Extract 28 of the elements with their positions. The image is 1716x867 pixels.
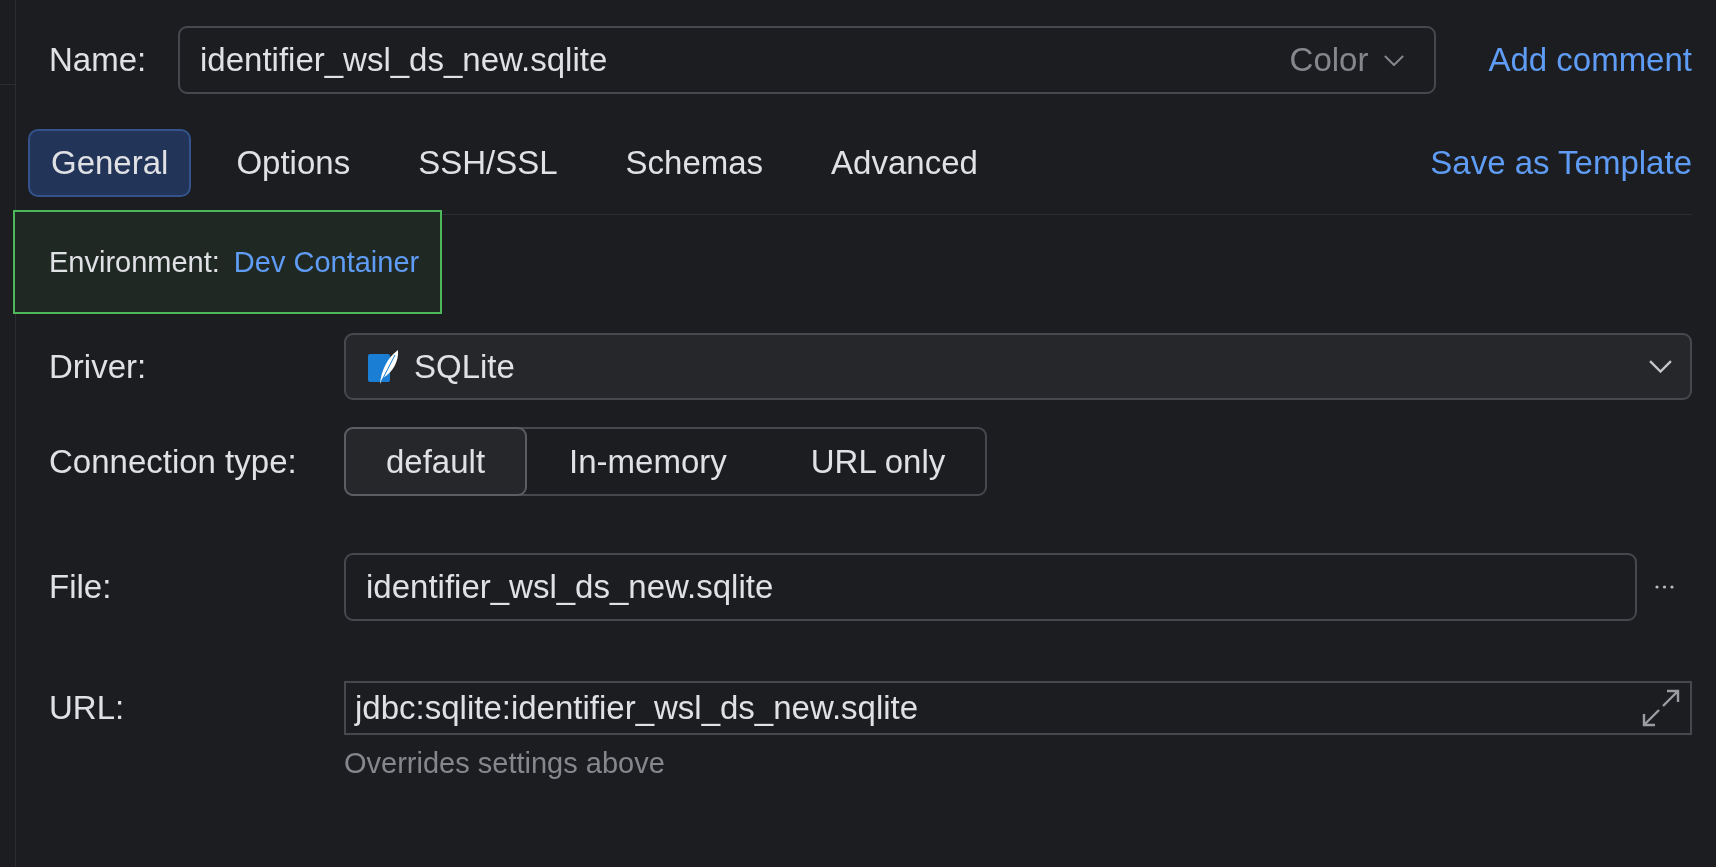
field-label: Name: xyxy=(49,41,148,79)
chevron-down-icon xyxy=(1384,54,1405,66)
field-label: File: xyxy=(49,568,113,606)
chevron-down-icon xyxy=(1649,360,1672,373)
field-label: Connection type: xyxy=(49,442,298,481)
toggle-option[interactable]: In-memory xyxy=(527,427,769,496)
toggle-option[interactable]: default xyxy=(344,427,528,496)
add-comment-link[interactable]: Add comment xyxy=(1488,41,1692,79)
name-field[interactable]: identifier_wsl_ds_new.sqlite Color xyxy=(178,26,1437,94)
tab[interactable]: General xyxy=(28,129,192,197)
color-dropdown[interactable]: Color xyxy=(1289,41,1405,79)
environment-link[interactable]: Dev Container xyxy=(233,245,420,279)
tab[interactable]: Schemas xyxy=(602,129,787,197)
file-field[interactable]: identifier_wsl_ds_new.sqlite xyxy=(344,553,1637,621)
field-label: Driver: xyxy=(49,347,148,386)
feather-icon xyxy=(368,349,400,384)
toggle-option[interactable]: URL only xyxy=(768,427,988,496)
url-field[interactable]: jdbc:sqlite:identifier_wsl_ds_new.sqlite xyxy=(344,681,1692,735)
tab[interactable]: Options xyxy=(213,129,374,197)
field-label: URL: xyxy=(49,689,126,727)
tab[interactable]: SSH/SSL xyxy=(395,129,581,197)
help-text: Overrides settings above xyxy=(344,747,665,780)
environment-label: Environment: xyxy=(49,245,220,279)
tab[interactable]: Advanced xyxy=(808,129,1001,197)
more-icon[interactable] xyxy=(1655,585,1674,589)
save-template-link[interactable]: Save as Template xyxy=(1430,144,1692,182)
driver-dropdown[interactable]: SQLite xyxy=(344,333,1692,400)
expand-icon[interactable] xyxy=(1642,689,1680,727)
